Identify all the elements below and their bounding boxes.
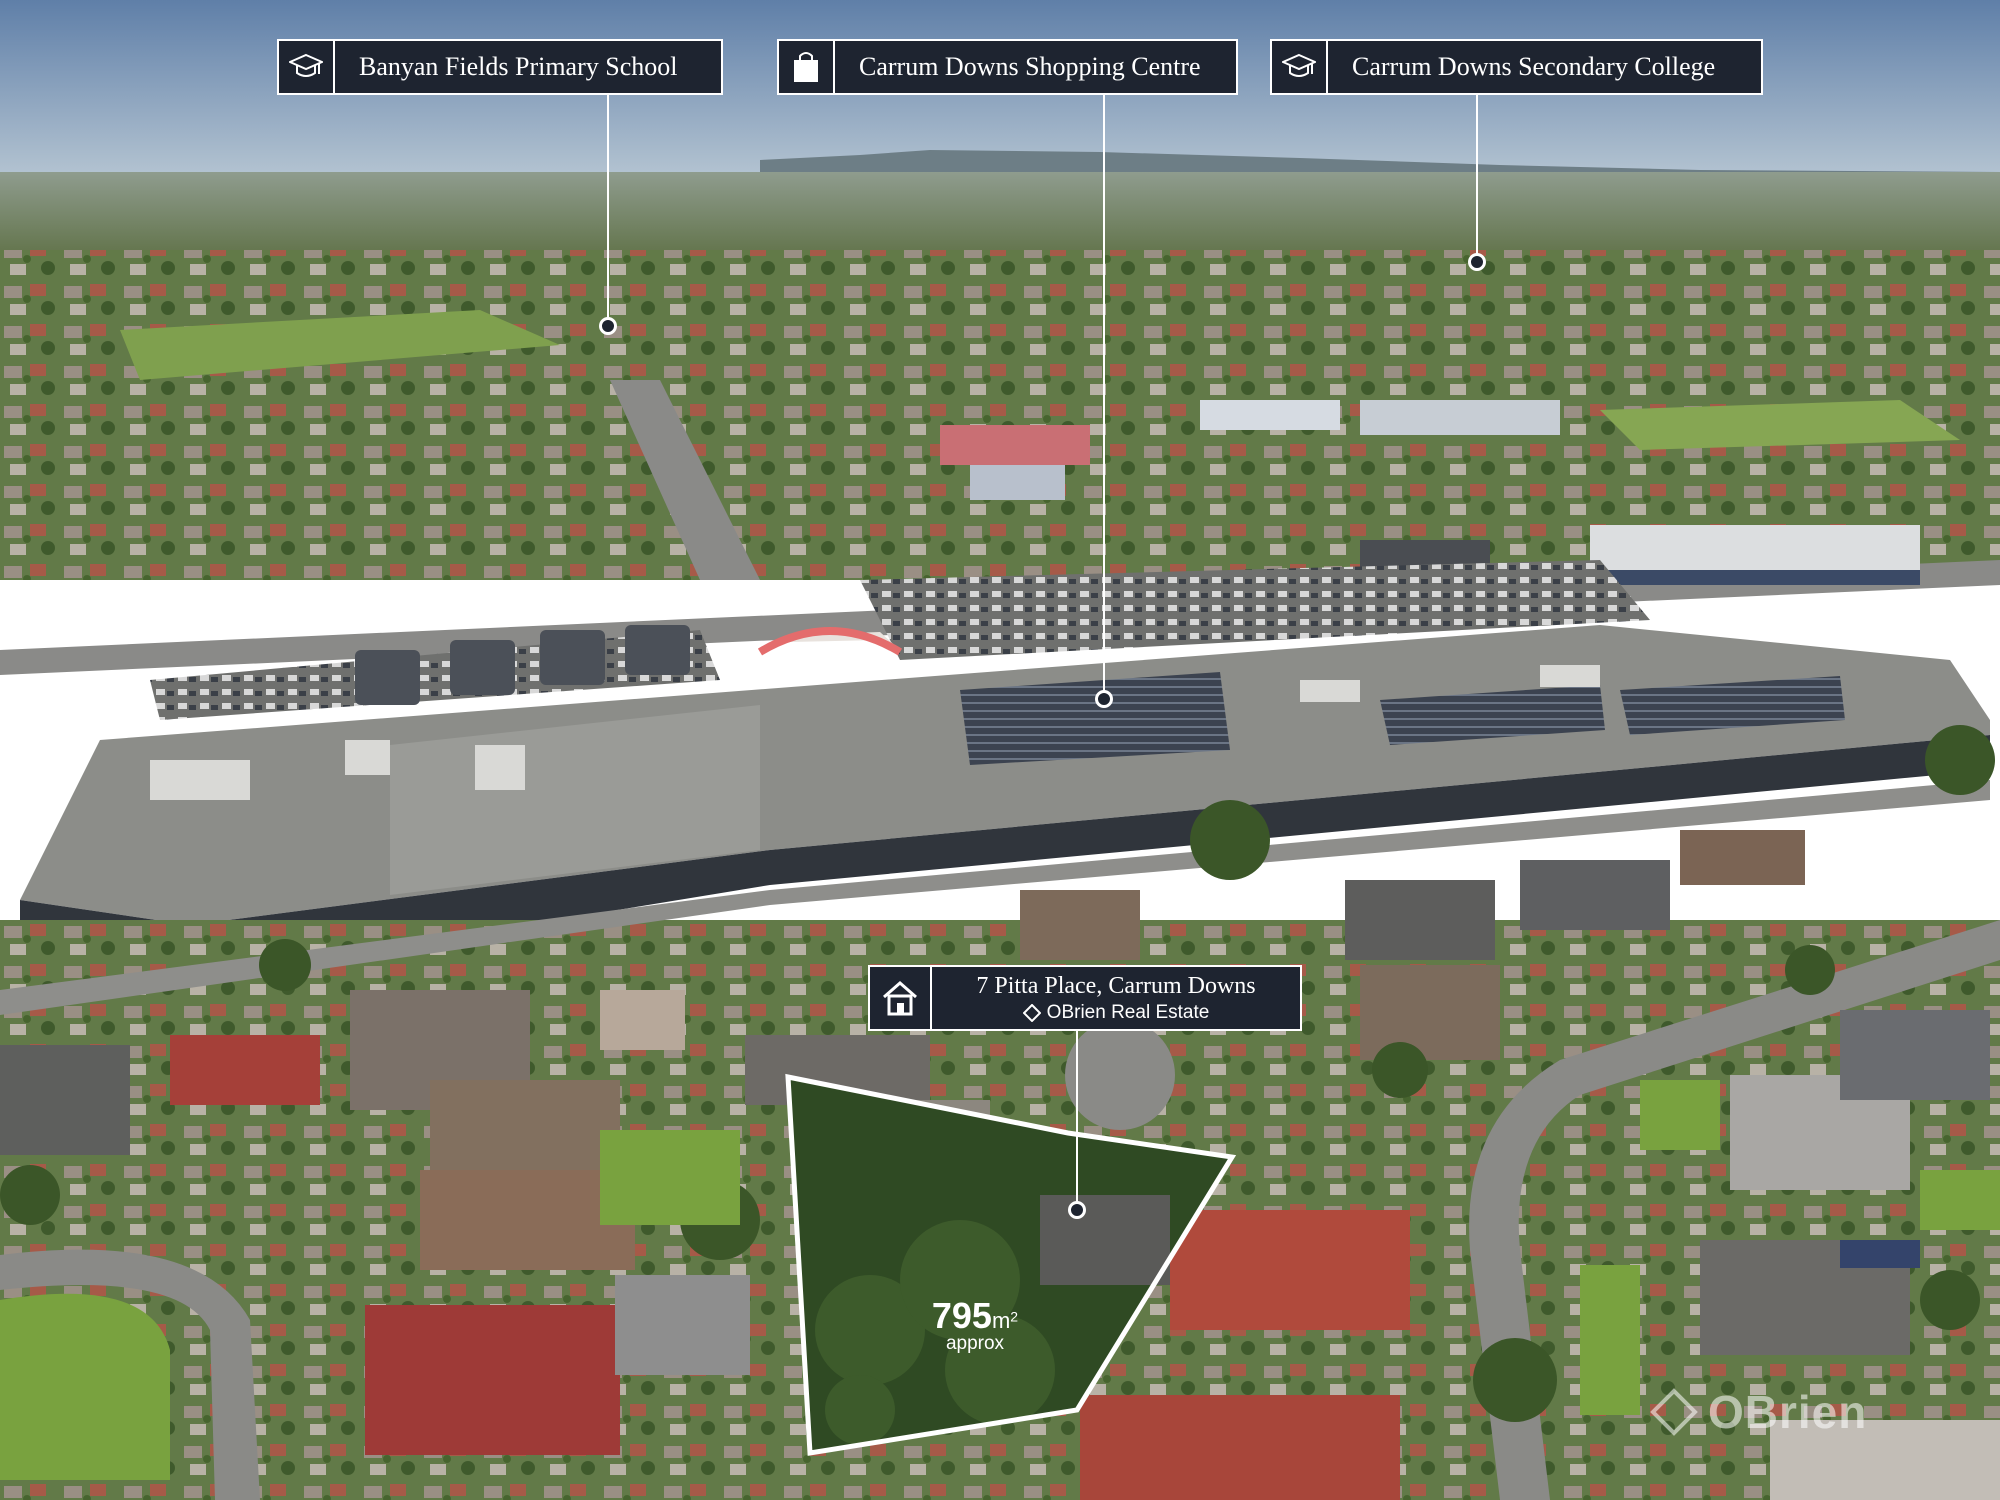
poi-name: Carrum Downs Secondary College [1352,52,1716,81]
agent-text: OBrien Real Estate [1046,1001,1210,1023]
area-note: approx [945,1333,1005,1354]
poi-name: Carrum Downs Shopping Centre [859,52,1201,81]
house-icon [870,967,932,1029]
shopping-bag-icon [779,41,835,93]
leader-line [1476,95,1478,255]
land-area-label: 795m2 approx [905,1295,1045,1355]
area-unit: m [991,1308,1011,1333]
graduation-cap-icon [1272,41,1328,93]
leader-line [607,95,609,317]
poi-label-secondary-college: Carrum Downs Secondary College [1270,39,1763,95]
location-pin [599,317,617,335]
watermark-text: OBrien [1708,1386,1868,1438]
agent-name: OBrien Real Estate [1022,1001,1210,1024]
location-pin [1468,253,1486,271]
aerial-photo [0,0,2000,1500]
area-unit-sup: 2 [1010,1308,1019,1325]
leader-line [1103,95,1105,695]
diamond-logo-icon [1650,1388,1698,1436]
diamond-icon [1022,1003,1041,1022]
property-address-label: 7 Pitta Place, Carrum Downs OBrien Real … [868,965,1302,1031]
property-address: 7 Pitta Place, Carrum Downs [976,972,1256,999]
location-pin [1068,1201,1086,1219]
poi-label-shopping-centre: Carrum Downs Shopping Centre [777,39,1238,95]
poi-name: Banyan Fields Primary School [359,52,678,81]
poi-label-primary-school: Banyan Fields Primary School [277,39,723,95]
leader-line [1076,1031,1078,1203]
graduation-cap-icon [279,41,335,93]
brand-watermark: OBrien [1650,1385,1867,1439]
location-pin [1095,690,1113,708]
area-value: 795 [931,1295,992,1336]
